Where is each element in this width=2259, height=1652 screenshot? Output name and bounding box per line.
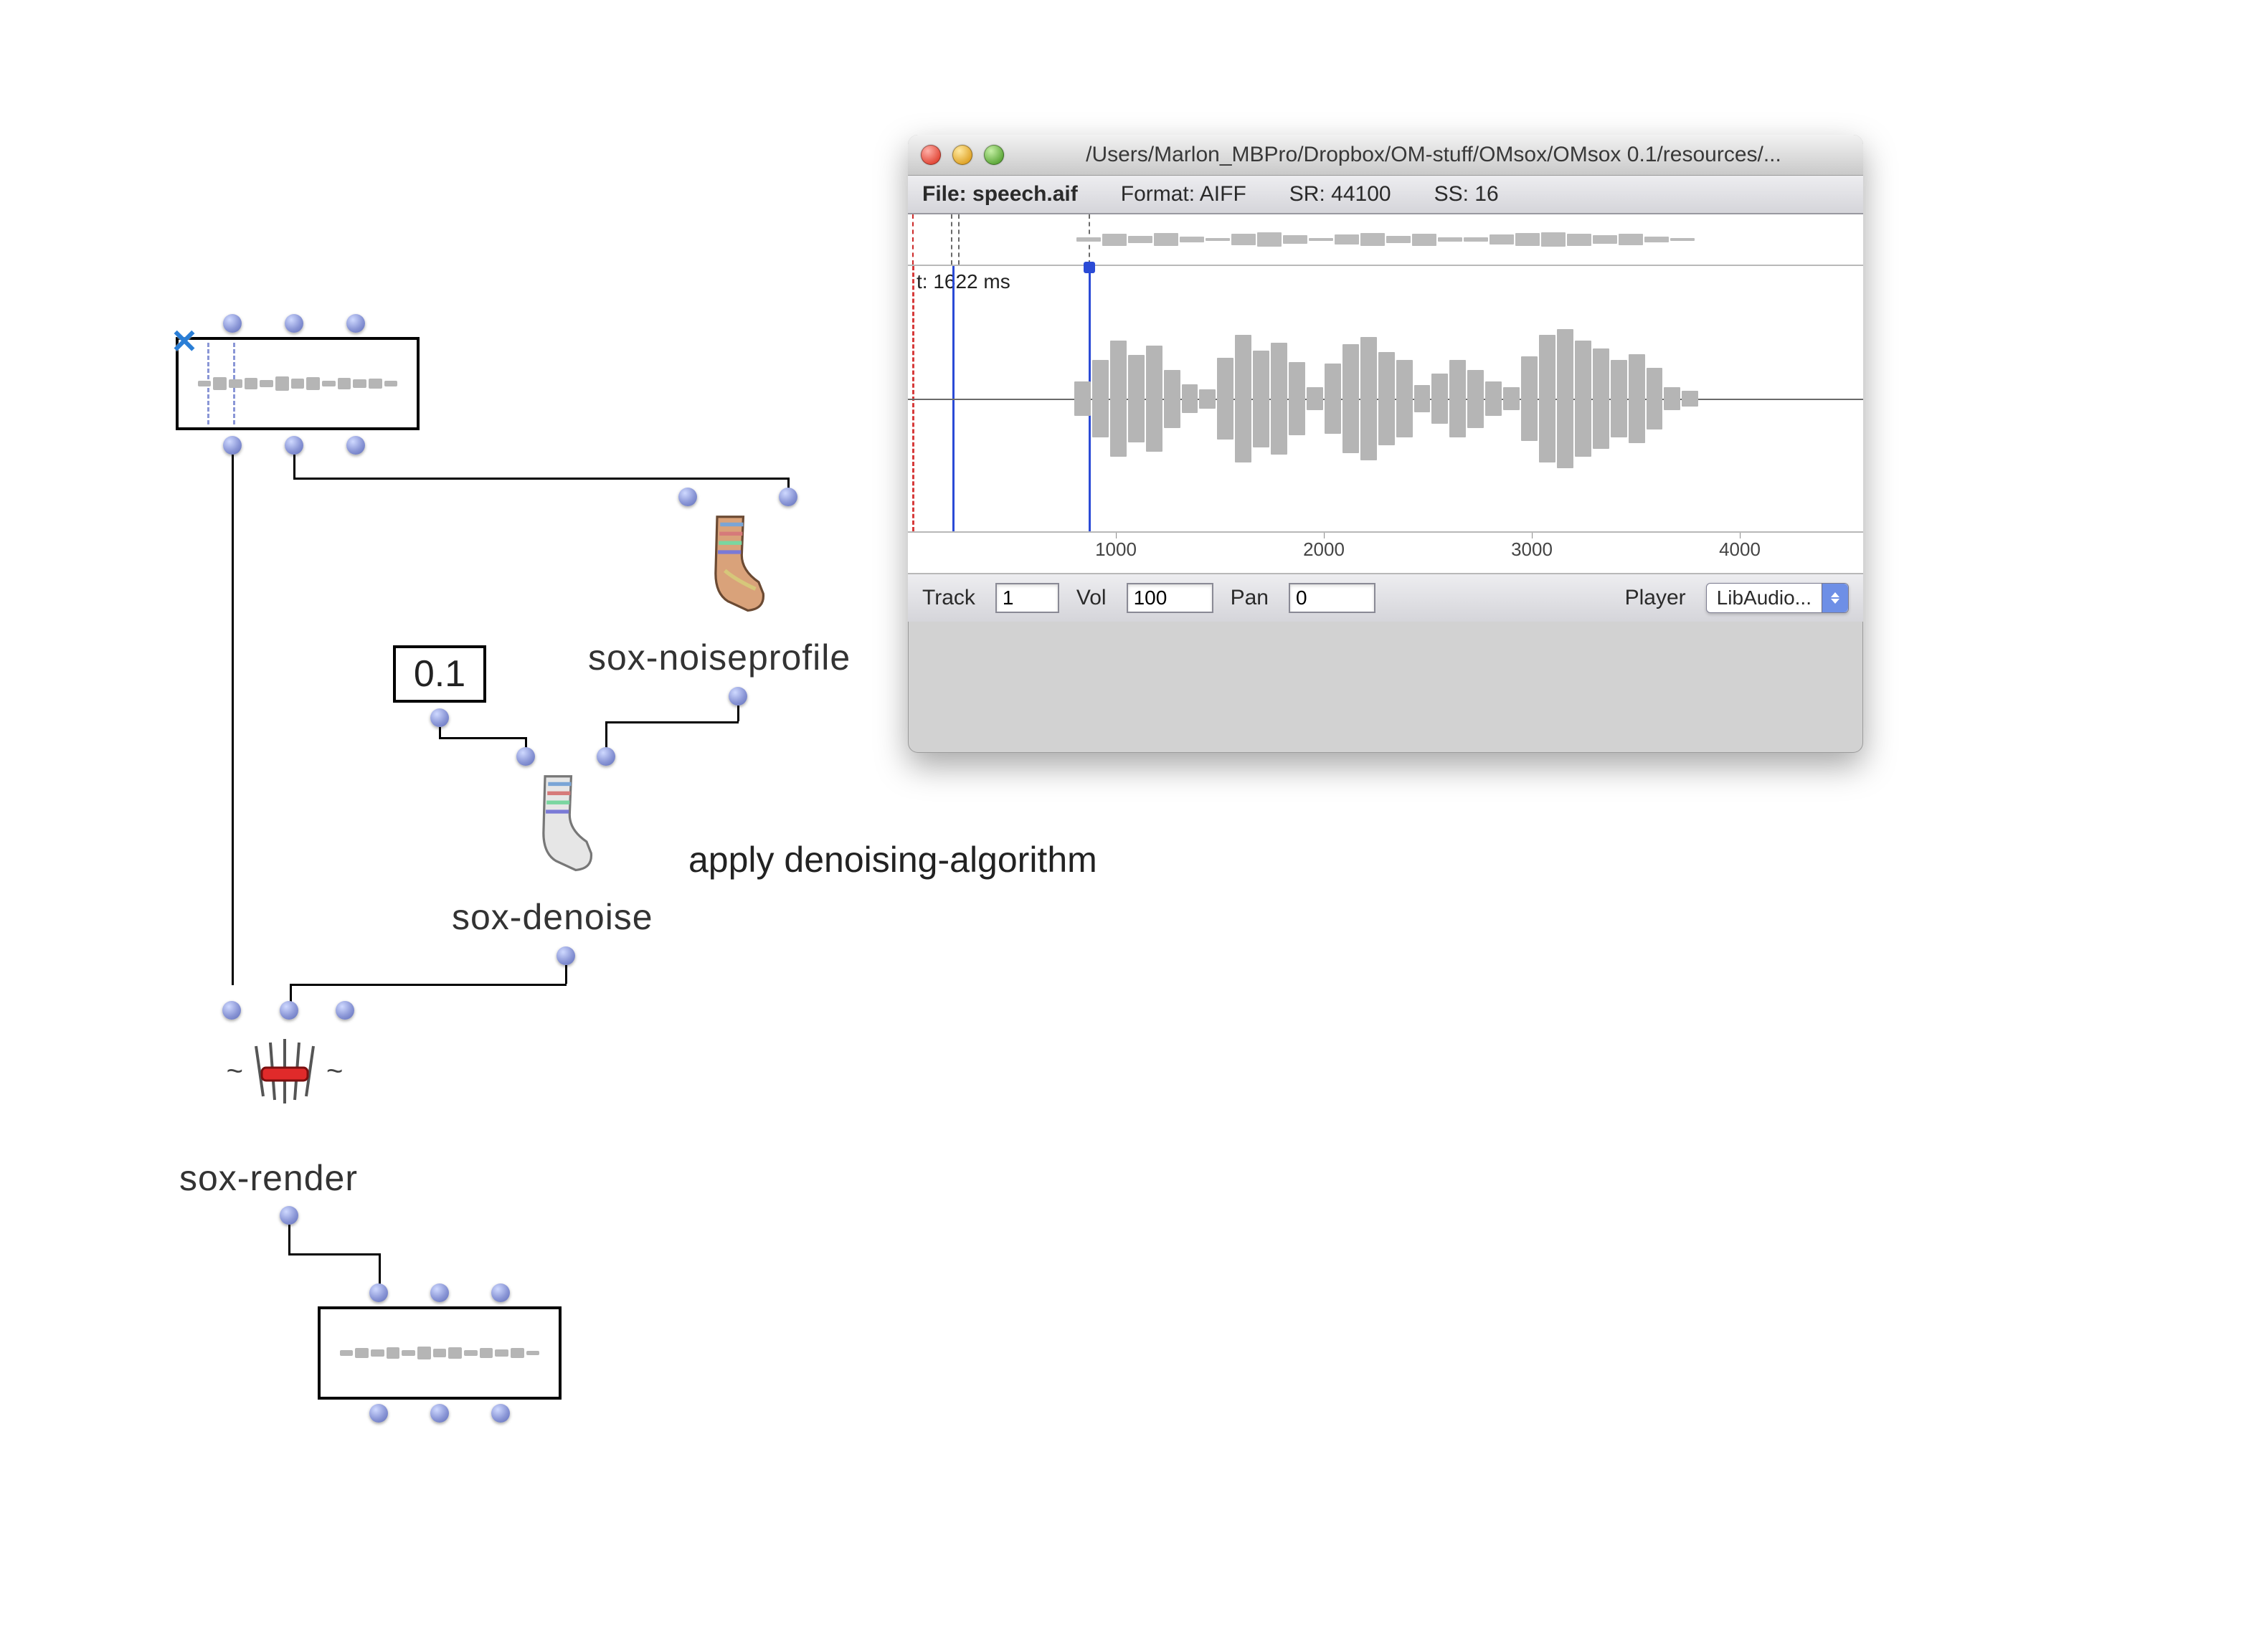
ss-value: 16	[1474, 182, 1498, 206]
window-minimize-icon[interactable]	[952, 145, 972, 165]
player-dropdown-value: LibAudio...	[1707, 587, 1822, 609]
player-label: Player	[1625, 586, 1686, 610]
inlet-port[interactable]	[369, 1283, 388, 1302]
sock-icon	[688, 509, 767, 617]
module-label-noiseprofile: sox-noiseprofile	[588, 637, 851, 678]
waveform-overview[interactable]	[908, 214, 1863, 266]
dropdown-arrows-icon[interactable]	[1822, 584, 1848, 612]
outlet-port[interactable]	[491, 1404, 510, 1423]
format-value: AIFF	[1200, 182, 1246, 206]
player-dropdown[interactable]: LibAudio...	[1706, 583, 1849, 613]
file-label: File:	[922, 182, 967, 206]
inlet-port[interactable]	[516, 747, 535, 766]
window-title: /Users/Marlon_MBPro/Dropbox/OM-stuff/OMs…	[1004, 143, 1863, 167]
inlet-port[interactable]	[597, 747, 615, 766]
inlet-port[interactable]	[336, 1001, 354, 1020]
sound-box-output[interactable]	[318, 1306, 562, 1400]
file-info-bar: File: speech.aif Format: AIFF SR: 44100 …	[908, 176, 1863, 214]
format-label: Format:	[1121, 182, 1195, 206]
playhead-handle[interactable]	[1084, 262, 1095, 273]
close-icon[interactable]: ✕	[171, 328, 197, 354]
file-name: speech.aif	[972, 182, 1078, 206]
detail-waveform	[1074, 302, 1698, 495]
vol-label: Vol	[1076, 586, 1107, 610]
ruler-tick: 2000	[1303, 538, 1345, 561]
waveform-area[interactable]: t: 1622 ms	[908, 214, 1863, 574]
outlet-port[interactable]	[346, 436, 365, 455]
inlet-port[interactable]	[223, 314, 242, 333]
outlet-port[interactable]	[369, 1404, 388, 1423]
ruler-tick: 4000	[1719, 538, 1761, 561]
outlet-port[interactable]	[223, 436, 242, 455]
outlet-port[interactable]	[729, 687, 747, 706]
render-icon: ~ ~	[224, 1035, 346, 1107]
annotation-text: apply denoising-algorithm	[688, 839, 1097, 880]
inlet-port[interactable]	[222, 1001, 241, 1020]
transport-controls: Track Vol Pan Player LibAudio...	[908, 574, 1863, 622]
module-label-denoise: sox-denoise	[452, 896, 653, 938]
titlebar[interactable]: /Users/Marlon_MBPro/Dropbox/OM-stuff/OMs…	[908, 135, 1863, 176]
number-box[interactable]: 0.1	[393, 645, 486, 703]
inlet-port[interactable]	[430, 1283, 449, 1302]
time-ruler[interactable]: 1000 2000 3000 4000	[908, 533, 1863, 574]
waveform-thumbnail	[198, 373, 398, 394]
outlet-port[interactable]	[557, 946, 575, 965]
ruler-tick: 1000	[1095, 538, 1137, 561]
ss-label: SS:	[1434, 182, 1469, 206]
window-close-icon[interactable]	[921, 145, 941, 165]
inlet-port[interactable]	[491, 1283, 510, 1302]
inlet-port[interactable]	[779, 488, 797, 506]
time-cursor-label: t: 1622 ms	[917, 270, 1010, 293]
window-zoom-icon[interactable]	[984, 145, 1004, 165]
vol-input[interactable]	[1127, 583, 1213, 613]
waveform-detail[interactable]: t: 1622 ms	[908, 266, 1863, 533]
pan-input[interactable]	[1289, 583, 1375, 613]
sock-icon	[516, 769, 595, 876]
outlet-port[interactable]	[280, 1206, 298, 1225]
sound-box-input[interactable]: ✕	[176, 337, 420, 430]
inlet-port[interactable]	[678, 488, 697, 506]
sr-label: SR:	[1289, 182, 1325, 206]
mini-waveform	[1076, 227, 1695, 252]
track-label: Track	[922, 586, 975, 610]
sr-value: 44100	[1331, 182, 1391, 206]
audio-editor-window[interactable]: /Users/Marlon_MBPro/Dropbox/OM-stuff/OMs…	[908, 135, 1863, 753]
pan-label: Pan	[1231, 586, 1269, 610]
outlet-port[interactable]	[285, 436, 303, 455]
outlet-port[interactable]	[430, 1404, 449, 1423]
ruler-tick: 3000	[1511, 538, 1553, 561]
inlet-port[interactable]	[280, 1001, 298, 1020]
waveform-thumbnail	[340, 1342, 540, 1363]
track-input[interactable]	[995, 583, 1059, 613]
window-traffic-lights[interactable]	[921, 145, 1004, 165]
inlet-port[interactable]	[346, 314, 365, 333]
inlet-port[interactable]	[285, 314, 303, 333]
outlet-port[interactable]	[430, 708, 449, 727]
module-label-render: sox-render	[179, 1157, 358, 1199]
